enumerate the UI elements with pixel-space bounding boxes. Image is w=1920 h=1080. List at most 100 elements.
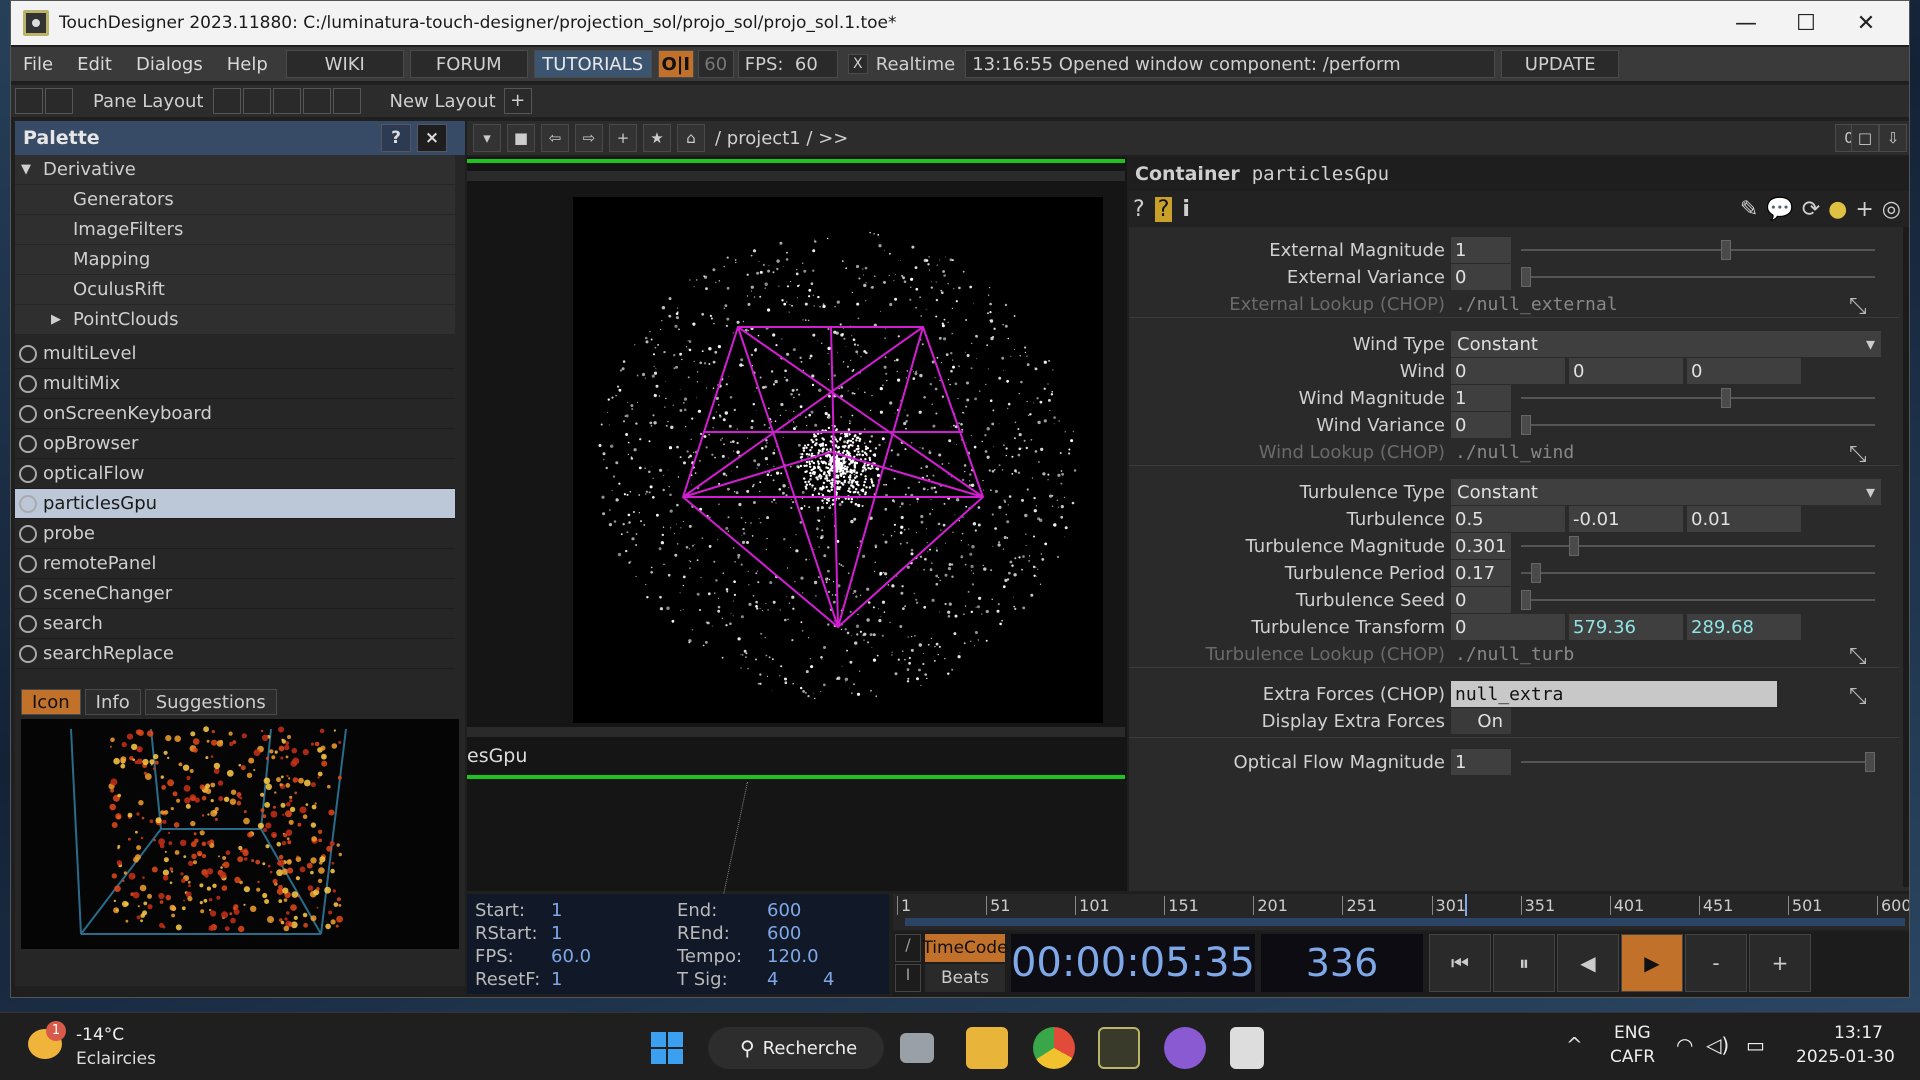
pane-icon-1[interactable] bbox=[15, 88, 43, 114]
close-button[interactable]: ✕ bbox=[1831, 1, 1901, 45]
playhead[interactable] bbox=[1465, 894, 1467, 916]
param-value-field[interactable]: 0 bbox=[1451, 587, 1511, 613]
python-icon[interactable]: ● bbox=[1828, 197, 1847, 222]
expand-arrow-icon[interactable]: ▼ bbox=[21, 162, 43, 177]
slider-knob[interactable] bbox=[1521, 415, 1531, 435]
weather-temp[interactable]: -14°C bbox=[76, 1025, 124, 1045]
tree-item[interactable]: ▶ PointClouds bbox=[15, 305, 455, 335]
clock-time[interactable]: 13:17 bbox=[1834, 1023, 1883, 1043]
edit-pencil-icon[interactable]: ✎ bbox=[1740, 197, 1758, 222]
reset-icon[interactable]: ⟳ bbox=[1802, 197, 1820, 222]
maximize-pane-icon[interactable]: □ bbox=[1851, 124, 1879, 152]
param-value-field[interactable]: ./null_wind bbox=[1451, 439, 1751, 465]
tsig-value-2[interactable]: 4 bbox=[823, 969, 834, 990]
param-slider[interactable] bbox=[1521, 388, 1875, 408]
component-item[interactable]: opBrowser bbox=[15, 429, 455, 459]
param-value-field[interactable]: 289.68 bbox=[1687, 614, 1801, 640]
ibeam-toggle[interactable]: I bbox=[895, 964, 921, 992]
wiki-button[interactable]: WIKI bbox=[285, 50, 404, 78]
chop-drop-icon[interactable]: ⤡ bbox=[1849, 684, 1875, 709]
start-value[interactable]: 1 bbox=[551, 900, 562, 921]
tree-item[interactable]: Mapping bbox=[15, 245, 455, 275]
clock-date[interactable]: 2025-01-30 bbox=[1796, 1047, 1895, 1067]
play-forward-button[interactable]: ▶ bbox=[1621, 934, 1683, 992]
menu-dialogs[interactable]: Dialogs bbox=[124, 54, 215, 75]
rstart-value[interactable]: 1 bbox=[551, 923, 562, 944]
github-desktop-icon[interactable] bbox=[1164, 1027, 1206, 1069]
collapse-arrow-icon[interactable]: ▶ bbox=[51, 312, 73, 327]
param-slider[interactable] bbox=[1521, 563, 1875, 583]
param-value-field[interactable]: -0.01 bbox=[1569, 506, 1683, 532]
slider-knob[interactable] bbox=[1865, 752, 1875, 772]
tutorials-button[interactable]: TUTORIALS bbox=[533, 50, 652, 78]
param-value-field[interactable]: 0.5 bbox=[1451, 506, 1565, 532]
param-slider[interactable] bbox=[1521, 536, 1875, 556]
param-value-field[interactable]: ./null_external bbox=[1451, 291, 1751, 317]
taskbar-search-box[interactable]: ⚲ Recherche bbox=[708, 1027, 884, 1069]
param-slider[interactable] bbox=[1521, 415, 1875, 435]
param-value-field[interactable]: 1 bbox=[1451, 385, 1511, 411]
param-value-field[interactable]: 0 bbox=[1451, 412, 1511, 438]
component-item[interactable]: opticalFlow bbox=[15, 459, 455, 489]
param-value-field[interactable]: 0 bbox=[1687, 358, 1801, 384]
menu-edit[interactable]: Edit bbox=[65, 54, 124, 75]
add-param-icon[interactable]: + bbox=[1855, 197, 1873, 222]
nav-menu-button[interactable]: ▾ bbox=[473, 124, 501, 152]
tree-item[interactable]: Generators bbox=[15, 185, 455, 215]
chop-drop-icon[interactable]: ⤡ bbox=[1849, 644, 1875, 669]
menu-file[interactable]: File bbox=[11, 54, 65, 75]
help-icon[interactable]: ? bbox=[1133, 197, 1145, 222]
param-value-field[interactable]: 579.36 bbox=[1569, 614, 1683, 640]
forum-button[interactable]: FORUM bbox=[409, 50, 528, 78]
param-slider[interactable] bbox=[1521, 590, 1875, 610]
particles-viewer[interactable] bbox=[573, 197, 1103, 723]
timecode-display[interactable]: 00:00:05:35 bbox=[1011, 934, 1255, 992]
tree-item[interactable]: OculusRift bbox=[15, 275, 455, 305]
slider-knob[interactable] bbox=[1521, 267, 1531, 287]
layout-split-v[interactable] bbox=[243, 88, 272, 114]
pane-icon-2[interactable] bbox=[45, 88, 73, 114]
param-value-field[interactable]: 0.301 bbox=[1451, 533, 1511, 559]
component-item[interactable]: probe bbox=[15, 519, 455, 549]
import-icon[interactable]: ⇩ bbox=[1879, 124, 1907, 152]
nav-back-icon[interactable]: ⇦ bbox=[541, 124, 569, 152]
component-item[interactable]: remotePanel bbox=[15, 549, 455, 579]
step-back-button[interactable]: - bbox=[1685, 934, 1747, 992]
network-path[interactable]: / project1 / >> bbox=[715, 128, 848, 149]
step-forward-button[interactable]: + bbox=[1749, 934, 1811, 992]
slider-knob[interactable] bbox=[1569, 536, 1580, 556]
tab-suggestions[interactable]: Suggestions bbox=[144, 689, 277, 715]
wifi-icon[interactable]: ◠ bbox=[1676, 1033, 1693, 1057]
pause-button[interactable]: ⏸ bbox=[1493, 934, 1555, 992]
tray-chevron-icon[interactable]: ^ bbox=[1566, 1033, 1583, 1057]
layout-single[interactable] bbox=[213, 88, 242, 114]
rewind-button[interactable]: ⏮ bbox=[1429, 934, 1491, 992]
nav-home-icon[interactable]: ⌂ bbox=[677, 124, 705, 152]
slider-knob[interactable] bbox=[1720, 240, 1731, 260]
chop-drop-icon[interactable]: ⤡ bbox=[1849, 442, 1875, 467]
param-slider[interactable] bbox=[1521, 240, 1875, 260]
fps-cap-field[interactable]: 60 bbox=[697, 50, 734, 78]
tree-item[interactable]: ImageFilters bbox=[15, 215, 455, 245]
palette-help-button[interactable]: ? bbox=[381, 124, 411, 152]
target-icon[interactable]: ◎ bbox=[1882, 197, 1901, 222]
tab-info[interactable]: Info bbox=[84, 689, 141, 715]
layout-quad[interactable] bbox=[333, 88, 362, 114]
beats-mode-button[interactable]: Beats bbox=[925, 964, 1005, 992]
component-item[interactable]: onScreenKeyboard bbox=[15, 399, 455, 429]
lang-primary[interactable]: ENG bbox=[1614, 1023, 1651, 1043]
snipping-tool-icon[interactable] bbox=[1230, 1027, 1264, 1069]
layout-three[interactable] bbox=[303, 88, 332, 114]
param-dropdown[interactable]: Constant bbox=[1451, 331, 1881, 357]
file-explorer-icon[interactable] bbox=[966, 1027, 1008, 1069]
param-value-field[interactable]: 0.01 bbox=[1687, 506, 1801, 532]
slider-knob[interactable] bbox=[1720, 388, 1731, 408]
info-icon[interactable]: i bbox=[1182, 197, 1190, 222]
nav-star-icon[interactable]: ★ bbox=[643, 124, 671, 152]
chrome-icon[interactable] bbox=[1033, 1027, 1075, 1069]
component-item[interactable]: sceneChanger bbox=[15, 579, 455, 609]
slider-knob[interactable] bbox=[1531, 563, 1542, 583]
volume-icon[interactable]: ◁) bbox=[1706, 1033, 1729, 1057]
tree-item[interactable]: ▼ Derivative bbox=[15, 155, 455, 185]
nav-forward-icon[interactable]: ⇨ bbox=[575, 124, 603, 152]
